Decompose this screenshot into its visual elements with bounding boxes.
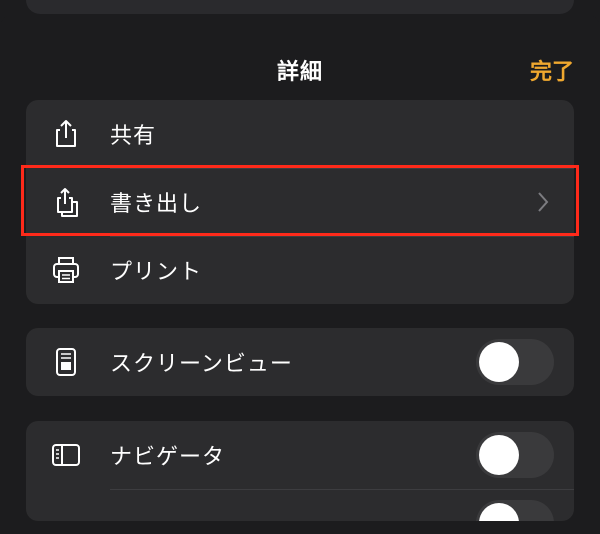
screen-view-toggle[interactable] <box>476 339 554 385</box>
share-row[interactable]: 共有 <box>26 100 574 168</box>
printer-icon <box>53 257 79 283</box>
actions-group: 共有 書き出し プリント <box>26 100 574 304</box>
export-label: 書き出し <box>110 192 203 217</box>
export-row[interactable]: 書き出し <box>26 168 574 236</box>
page-title: 詳細 <box>276 60 323 85</box>
navigator-toggle[interactable] <box>476 432 554 478</box>
export-icon <box>57 188 78 217</box>
screen-view-row: スクリーンビュー <box>26 328 574 396</box>
toggle-knob <box>479 503 519 521</box>
navigator-label: ナビゲータ <box>110 445 226 470</box>
background-sheet <box>26 0 574 14</box>
share-icon <box>56 120 76 147</box>
chevron-right-icon <box>538 192 549 212</box>
done-button[interactable]: 完了 <box>530 54 574 86</box>
share-label: 共有 <box>110 124 157 149</box>
next-option-row <box>26 489 574 521</box>
toggle-knob <box>479 342 519 382</box>
navigator-row: ナビゲータ <box>26 421 574 489</box>
print-row[interactable]: プリント <box>26 236 574 304</box>
screen-view-icon <box>56 348 76 376</box>
screen-view-group: スクリーンビュー <box>26 328 574 396</box>
print-label: プリント <box>110 260 203 285</box>
screen-view-label: スクリーンビュー <box>110 352 293 377</box>
sidebar-icon <box>52 444 80 466</box>
view-options-group: ナビゲータ <box>26 421 574 521</box>
next-option-toggle[interactable] <box>476 500 554 521</box>
toggle-knob <box>479 435 519 475</box>
